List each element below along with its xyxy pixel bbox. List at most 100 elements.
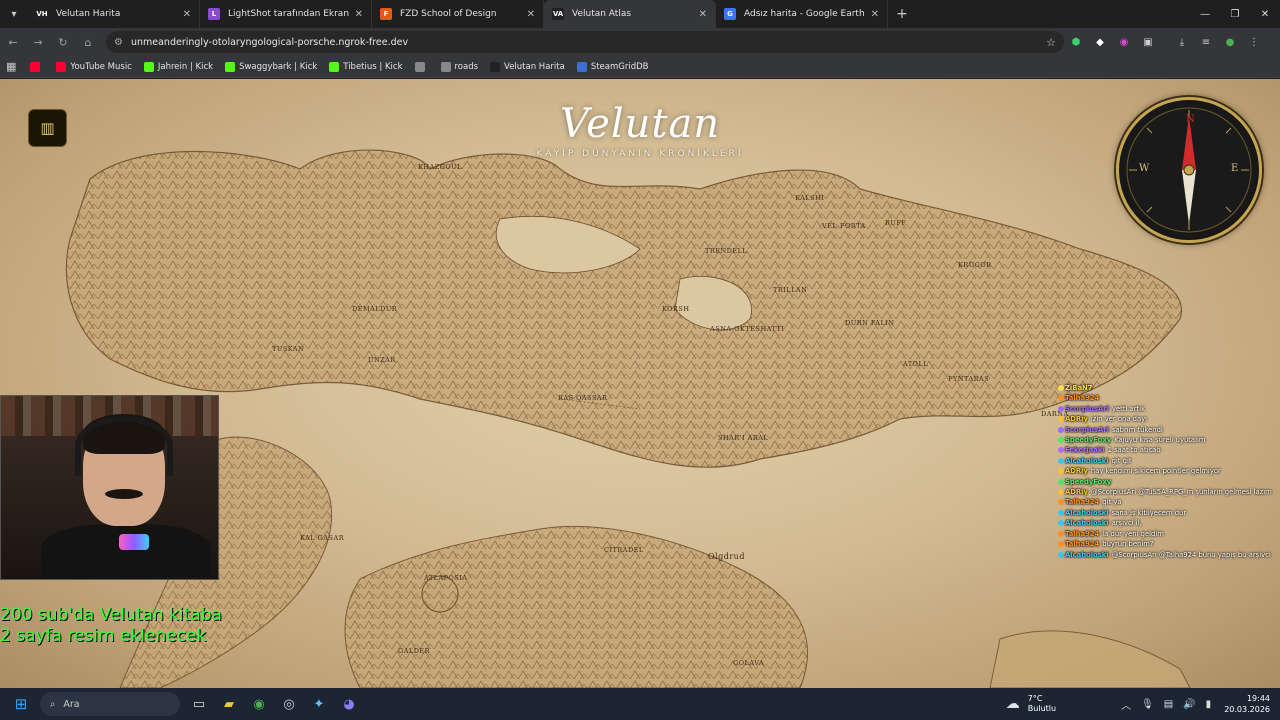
more-menu-icon[interactable]: ⋮ — [1242, 30, 1266, 54]
youtube-music-icon — [56, 61, 67, 72]
minimize-icon[interactable]: — — [1190, 0, 1220, 28]
home-icon[interactable]: ⌂ — [76, 30, 100, 54]
tab-close-icon[interactable]: ✕ — [527, 9, 535, 20]
chat-badge-icon — [1058, 468, 1064, 475]
bookmark-item[interactable]: roads — [440, 61, 478, 72]
compass[interactable]: N W E — [1116, 97, 1262, 243]
map-region-label[interactable]: ATLAPOSIA — [424, 574, 468, 582]
map-region-label[interactable]: RAS QASSAR — [558, 394, 608, 402]
bookmark-item[interactable]: Tibetius | Kick — [329, 61, 403, 72]
windows-start-icon[interactable]: ⊞ — [8, 691, 34, 717]
bookmark-item[interactable]: Velutan Harita — [490, 61, 565, 72]
weather-description: Bulutlu — [1027, 704, 1057, 713]
tray-chevron-icon[interactable]: ︿ — [1121, 697, 1131, 712]
taskbar-clock[interactable]: 19:44 20.03.2026 — [1224, 693, 1270, 715]
map-page[interactable]: ▥ Velutan KAYIP DÜNYANIN KRONİKLERİ KHAZ… — [0, 79, 1280, 688]
apps-grid-icon[interactable]: ▦ — [6, 60, 16, 73]
chat-text: yetti artık — [1111, 404, 1146, 413]
map-region-label[interactable]: TUSKAN — [272, 345, 304, 353]
profile-avatar-icon[interactable]: ● — [1218, 30, 1242, 54]
network-icon[interactable]: ▤ — [1164, 699, 1173, 710]
chat-badge-icon — [1058, 509, 1064, 516]
bookmark-item[interactable] — [30, 61, 44, 72]
puzzle-extensions-icon[interactable]: ▣ — [1136, 30, 1160, 54]
chrome-icon[interactable]: ◉ — [246, 691, 272, 717]
chat-username: SpeedyFoxy — [1065, 477, 1112, 486]
map-region-label[interactable]: TRENDELL — [705, 247, 747, 255]
chat-badge-icon — [1058, 385, 1064, 391]
reading-list-icon[interactable]: ≡ — [1194, 30, 1218, 54]
map-region-label[interactable]: FYNTARAS — [948, 375, 989, 383]
chat-badge-icon — [1058, 437, 1064, 444]
volume-icon[interactable]: 🔊 — [1183, 699, 1195, 710]
shield-extension-icon[interactable]: ⬢ — [1064, 30, 1088, 54]
chat-text: arşivci il, — [1111, 519, 1142, 528]
address-bar[interactable]: ⚙ unmeanderingly-otolaryngological-porsc… — [106, 31, 1064, 53]
map-region-label[interactable]: CITRADEL — [604, 546, 644, 554]
map-region-label[interactable]: ASNA-OKTESHATTI — [710, 325, 784, 333]
browser-tab[interactable]: L LightShot tarafından Ekran Gör ✕ — [200, 0, 372, 28]
discord-icon[interactable]: ◕ — [336, 691, 362, 717]
map-region-label[interactable]: Olgdrud — [708, 552, 745, 561]
map-region-label[interactable]: GALDER — [398, 647, 430, 655]
steamgriddb-icon — [576, 61, 587, 72]
microphone-icon[interactable]: 🎙 — [1141, 699, 1154, 710]
pink-extension-icon[interactable]: ◉ — [1112, 30, 1136, 54]
map-region-label[interactable]: ATOLL — [903, 360, 928, 368]
bookmark-item[interactable]: Jahrein | Kick — [143, 61, 213, 72]
bookmark-star-icon[interactable]: ☆ — [1046, 36, 1056, 49]
new-tab-button[interactable]: + — [888, 0, 916, 28]
weather-widget[interactable]: ☁ 7°C Bulutlu — [1006, 694, 1056, 714]
restore-icon[interactable]: ❐ — [1220, 0, 1250, 28]
tab-close-icon[interactable]: ✕ — [871, 9, 879, 20]
chat-message: SpeedyFoxy — [1058, 477, 1258, 487]
map-region-label[interactable]: RUFF — [885, 219, 906, 227]
chat-message: Alcaholoski @ScorpiusAri @Talha924 bunu y… — [1058, 550, 1271, 560]
browser-tab[interactable]: VH Velutan Harita ✕ — [28, 0, 200, 28]
browser-tab[interactable]: F FZD School of Design ✕ — [372, 0, 544, 28]
chat-message: Talha924 git ya — [1058, 497, 1258, 507]
file-explorer-icon[interactable]: ▰ — [216, 691, 242, 717]
diamond-extension-icon[interactable]: ◆ — [1088, 30, 1112, 54]
chat-badge-icon — [1058, 551, 1064, 558]
forward-icon[interactable]: → — [26, 30, 50, 54]
map-region-label[interactable]: UNZAR — [368, 356, 396, 364]
back-icon[interactable]: ← — [1, 30, 25, 54]
bookmark-item[interactable]: YouTube Music — [56, 61, 132, 72]
chat-message: Talha924 — [1058, 393, 1258, 403]
map-region-label[interactable]: KALSHI — [795, 194, 824, 202]
browser-tab[interactable]: G Adsız harita - Google Earth ✕ — [716, 0, 888, 28]
download-icon[interactable]: ⤓ — [1170, 30, 1194, 54]
task-view-icon[interactable]: ▭ — [186, 691, 212, 717]
battery-icon[interactable]: ▮ — [1206, 699, 1212, 710]
map-region-label[interactable]: TRILLAN — [773, 286, 807, 294]
map-toggle-button[interactable]: ▥ — [28, 109, 67, 147]
bookmark-item[interactable]: SteamGridDB — [576, 61, 648, 72]
streamer-mustache — [105, 489, 143, 499]
tab-close-icon[interactable]: ✕ — [699, 9, 707, 20]
tab-favicon-icon: VH — [36, 8, 48, 20]
map-region-label[interactable]: SHAR'I ARAL — [718, 434, 768, 442]
map-region-label[interactable]: GOLAVA — [733, 659, 764, 667]
tab-close-icon[interactable]: ✕ — [183, 9, 191, 20]
map-region-label[interactable]: DURN FALIN — [845, 319, 895, 327]
map-region-label[interactable]: KRUGOR — [958, 261, 992, 269]
tab-close-icon[interactable]: ✕ — [355, 9, 363, 20]
reload-icon[interactable]: ↻ — [51, 30, 75, 54]
taskbar-search[interactable]: ⌕ Ara — [40, 692, 180, 716]
bookmark-item[interactable]: Swaggybark | Kick — [225, 61, 317, 72]
map-region-label[interactable]: DEMALDUR — [352, 305, 397, 313]
address-url[interactable]: unmeanderingly-otolaryngological-porsche… — [131, 37, 1046, 48]
chat-message: Alcaholoski arşivci il, — [1058, 518, 1258, 528]
tab-search-icon[interactable]: ▾ — [0, 0, 28, 28]
site-info-icon[interactable]: ⚙ — [114, 37, 123, 48]
bookmark-item[interactable] — [414, 61, 429, 72]
map-region-label[interactable]: KORSH — [662, 305, 690, 313]
map-region-label[interactable]: VEL-FORTA — [822, 222, 866, 230]
map-region-label[interactable]: KAL GASAR — [300, 534, 344, 542]
close-window-icon[interactable]: ✕ — [1250, 0, 1280, 28]
map-region-label[interactable]: KHAZGOUL — [418, 163, 462, 171]
obs-icon[interactable]: ◎ — [276, 691, 302, 717]
app-network-icon[interactable]: ✦ — [306, 691, 332, 717]
browser-tab[interactable]: VA Velutan Atlas ✕ — [544, 0, 716, 28]
